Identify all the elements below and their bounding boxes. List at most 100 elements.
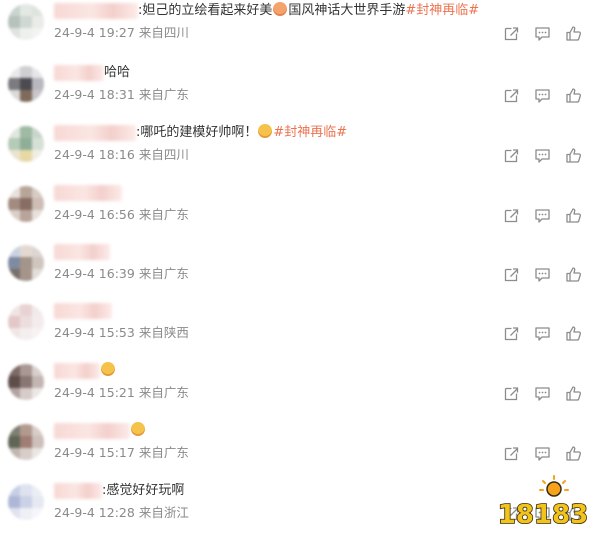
comment-text — [100, 362, 116, 380]
avatar[interactable] — [8, 304, 44, 340]
comment-icon[interactable] — [534, 87, 551, 104]
like-icon[interactable] — [565, 147, 582, 164]
comment-actions — [503, 147, 582, 164]
timestamp: 24-9-4 18:31 — [54, 87, 135, 102]
comment-text — [130, 422, 146, 440]
username-blurred[interactable] — [54, 3, 138, 19]
comment-icon[interactable] — [534, 25, 551, 42]
like-icon[interactable] — [565, 445, 582, 462]
comment-text-main: 哈哈 — [104, 65, 131, 80]
like-icon[interactable] — [565, 207, 582, 224]
timestamp: 24-9-4 15:21 — [54, 385, 135, 400]
face-emoji — [273, 2, 288, 16]
comment-meta: 24-9-4 18:31 来自广东 — [54, 87, 189, 103]
username-blurred[interactable] — [54, 65, 104, 81]
username-blurred[interactable] — [54, 363, 100, 379]
location: 来自广东 — [138, 266, 189, 281]
avatar[interactable] — [8, 364, 44, 400]
timestamp: 24-9-4 15:53 — [54, 325, 135, 340]
forward-icon[interactable] — [503, 325, 520, 342]
watermark-text: 18183 — [498, 500, 588, 530]
timestamp: 24-9-4 16:39 — [54, 266, 135, 281]
grin-emoji — [101, 362, 115, 376]
comment-actions — [503, 207, 582, 224]
comment-meta: 24-9-4 19:27 来自四川 — [54, 25, 189, 41]
location: 来自广东 — [138, 207, 189, 222]
timestamp: 24-9-4 16:56 — [54, 207, 135, 222]
comment-text-main: :感觉好好玩啊 — [102, 483, 185, 498]
surprised-emoji — [258, 124, 273, 138]
avatar[interactable] — [8, 245, 44, 281]
username-blurred[interactable] — [54, 125, 136, 141]
timestamp: 24-9-4 12:28 — [54, 505, 135, 520]
forward-icon[interactable] — [503, 87, 520, 104]
comment-item: :妲己的立绘看起来好美 国风神话大世界手游#封神再临# 24-9-4 19:27 来… — [0, 2, 600, 60]
comment-icon[interactable] — [534, 445, 551, 462]
comment-item: 24-9-4 15:21 来自广东 — [0, 362, 600, 420]
comment-actions — [503, 87, 582, 104]
forward-icon[interactable] — [503, 207, 520, 224]
comment-item: :哪吒的建模好帅啊！ #封神再临# 24-9-4 18:16 来自四川 — [0, 124, 600, 182]
avatar[interactable] — [8, 186, 44, 222]
comment-item: 24-9-4 16:39 来自广东 — [0, 243, 600, 301]
comment-item: 24-9-4 15:53 来自陕西 — [0, 302, 600, 360]
location: 来自四川 — [138, 147, 189, 162]
avatar[interactable] — [8, 126, 44, 162]
forward-icon[interactable] — [503, 266, 520, 283]
like-icon[interactable] — [565, 87, 582, 104]
location: 来自四川 — [138, 25, 189, 40]
comment-text-tail: 国风神话大世界手游 — [288, 3, 406, 18]
avatar[interactable] — [8, 66, 44, 102]
comment-actions — [503, 266, 582, 283]
comment-text: :感觉好好玩啊 — [102, 482, 184, 500]
location: 来自浙江 — [138, 505, 189, 520]
comment-item: 24-9-4 15:17 来自广东 — [0, 422, 600, 480]
comment-icon[interactable] — [534, 385, 551, 402]
timestamp: 24-9-4 18:16 — [54, 147, 135, 162]
username-blurred[interactable] — [54, 483, 102, 499]
forward-icon[interactable] — [503, 385, 520, 402]
comment-actions — [503, 325, 582, 342]
avatar[interactable] — [8, 424, 44, 460]
comment-actions — [503, 445, 582, 462]
comment-icon[interactable] — [534, 266, 551, 283]
comment-icon[interactable] — [534, 147, 551, 164]
comment-text: :哪吒的建模好帅啊！ #封神再临# — [136, 124, 347, 142]
comment-text: :妲己的立绘看起来好美 国风神话大世界手游#封神再临# — [138, 2, 479, 20]
topic-link[interactable]: #封神再临# — [405, 3, 479, 18]
like-icon[interactable] — [565, 325, 582, 342]
comment-meta: 24-9-4 15:53 来自陕西 — [54, 325, 189, 341]
location: 来自广东 — [138, 87, 189, 102]
comment-meta: 24-9-4 15:17 来自广东 — [54, 445, 189, 461]
location: 来自广东 — [138, 445, 189, 460]
comment-actions — [503, 25, 582, 42]
avatar[interactable] — [8, 484, 44, 520]
comment-text-main: :妲己的立绘看起来好美 — [138, 3, 273, 18]
forward-icon[interactable] — [503, 25, 520, 42]
forward-icon[interactable] — [503, 445, 520, 462]
like-icon[interactable] — [565, 25, 582, 42]
username-blurred[interactable] — [54, 423, 130, 439]
comment-item: 24-9-4 16:56 来自广东 — [0, 184, 600, 242]
grin-emoji — [131, 422, 145, 436]
like-icon[interactable] — [565, 385, 582, 402]
comment-icon[interactable] — [534, 207, 551, 224]
topic-link[interactable]: #封神再临# — [273, 125, 347, 140]
username-blurred[interactable] — [54, 303, 112, 319]
avatar[interactable] — [8, 4, 44, 40]
comment-actions — [503, 385, 582, 402]
comment-meta: 24-9-4 15:21 来自广东 — [54, 385, 189, 401]
username-blurred[interactable] — [54, 185, 122, 201]
comment-meta: 24-9-4 18:16 来自四川 — [54, 147, 189, 163]
watermark-logo: 18183 — [497, 475, 589, 531]
comment-icon[interactable] — [534, 325, 551, 342]
location: 来自陕西 — [138, 325, 189, 340]
comment-text: 哈哈 — [104, 64, 130, 82]
comment-meta: 24-9-4 12:28 来自浙江 — [54, 505, 189, 521]
comment-meta: 24-9-4 16:39 来自广东 — [54, 266, 189, 282]
username-blurred[interactable] — [54, 244, 110, 260]
like-icon[interactable] — [565, 266, 582, 283]
forward-icon[interactable] — [503, 147, 520, 164]
comment-item: 哈哈 24-9-4 18:31 来自广东 — [0, 64, 600, 122]
comment-text-main: :哪吒的建模好帅啊！ — [136, 125, 258, 140]
